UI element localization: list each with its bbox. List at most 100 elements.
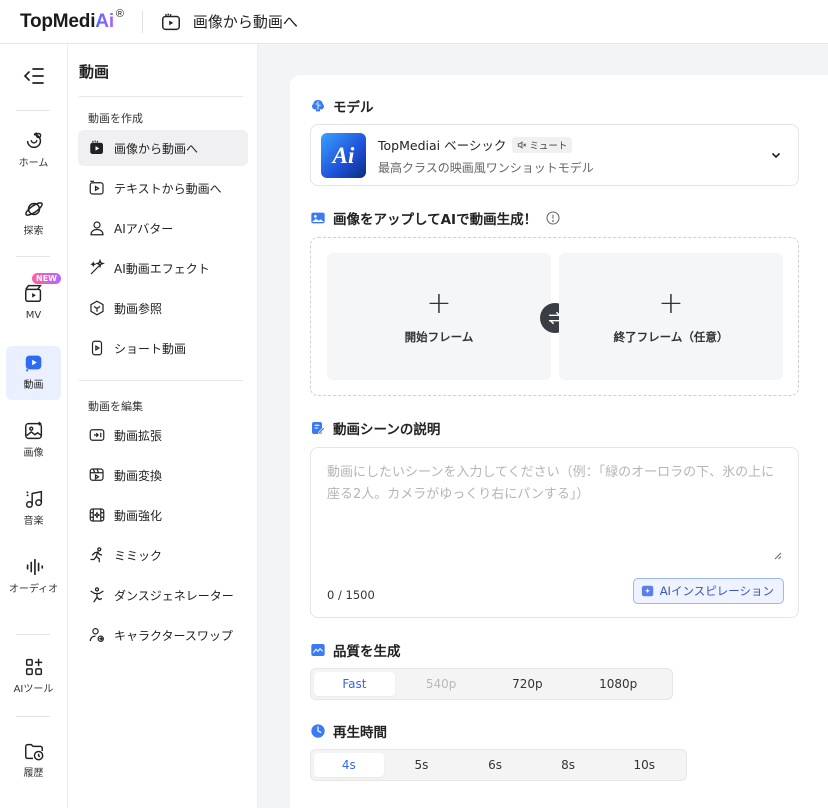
submenu-item-video-convert[interactable]: 動画変換 bbox=[78, 457, 248, 493]
submenu-divider bbox=[79, 96, 243, 97]
rail-item-audio[interactable]: オーディオ bbox=[6, 550, 61, 618]
submenu-item-image-to-video[interactable]: 画像から動画へ bbox=[78, 130, 248, 166]
model-description: 最高クラスの映画風ワンショットモデル bbox=[378, 161, 594, 175]
speaker-muted-icon bbox=[518, 140, 527, 149]
rail-item-mv[interactable]: NEW MV bbox=[6, 273, 61, 330]
group-label-edit: 動画を編集 bbox=[88, 400, 143, 413]
quality-option-1080p[interactable]: 1080p bbox=[567, 672, 669, 696]
tools-icon bbox=[25, 658, 42, 676]
submenu-item-video-enhance[interactable]: 動画強化 bbox=[78, 497, 248, 533]
collapse-sidebar-icon[interactable] bbox=[22, 64, 46, 88]
plus-icon: + bbox=[658, 285, 684, 321]
audio-icon bbox=[26, 558, 43, 576]
new-badge: NEW bbox=[32, 273, 61, 284]
generation-panel: モデル Ai TopMediai ベーシック ミュート 最高クラスの映画風ワンシ… bbox=[290, 75, 828, 808]
end-frame-upload[interactable]: + 終了フレーム（任意） bbox=[559, 253, 783, 380]
cube-icon bbox=[90, 300, 104, 316]
mute-badge: ミュート bbox=[512, 136, 573, 153]
submenu-title: 動画 bbox=[79, 63, 110, 81]
rail-item-ai-tools[interactable]: AIツール bbox=[6, 650, 61, 704]
submenu-item-text-to-video[interactable]: テキストから動画へ bbox=[78, 170, 248, 206]
model-section-title: モデル bbox=[310, 96, 374, 116]
app-logo[interactable]: TopMedi Ai ® bbox=[20, 7, 124, 33]
music-icon bbox=[25, 490, 42, 508]
start-frame-label: 開始フレーム bbox=[404, 329, 474, 344]
page-title: 画像から動画へ bbox=[192, 13, 298, 31]
submenu-item-dance-generator[interactable]: ダンスジェネレーター bbox=[78, 577, 248, 613]
ai-inspiration-button[interactable]: AIインスピレーション bbox=[632, 578, 784, 604]
planet-icon bbox=[24, 202, 43, 216]
start-frame-upload[interactable]: + 開始フレーム bbox=[327, 253, 551, 380]
character-counter: 0 / 1500 bbox=[327, 588, 375, 602]
quality-option-540p[interactable]: 540p bbox=[395, 672, 488, 696]
rail-divider bbox=[16, 256, 50, 257]
extend-icon bbox=[89, 429, 105, 441]
submenu-divider bbox=[79, 380, 243, 381]
history-icon bbox=[24, 743, 43, 761]
submenu-item-ai-avatar[interactable]: AIアバター bbox=[78, 210, 248, 246]
duration-option-6s[interactable]: 6s bbox=[459, 753, 531, 777]
rail-item-history[interactable]: 履歴 bbox=[6, 734, 61, 788]
person-swap-icon bbox=[89, 628, 104, 642]
group-label-create: 動画を作成 bbox=[88, 112, 143, 125]
upload-section-title: 画像をアップしてAIで動画生成！ bbox=[310, 208, 568, 228]
avatar-icon bbox=[90, 221, 104, 236]
quality-option-720p[interactable]: 720p bbox=[488, 672, 568, 696]
scene-description-input[interactable]: 動画にしたいシーンを入力してください（例：「緑のオーロラの下、氷の上に座る2人。… bbox=[310, 447, 799, 618]
duration-option-10s[interactable]: 10s bbox=[605, 753, 683, 777]
icon-rail: ホーム 探索 NEW MV 動画 画像 音楽 オーディオ AIツール 履歴 bbox=[0, 44, 68, 808]
rail-item-image[interactable]: 画像 bbox=[6, 414, 61, 468]
header-divider bbox=[141, 10, 143, 33]
submenu-item-ai-effects[interactable]: AI動画エフェクト bbox=[78, 250, 248, 286]
submenu-item-video-reference[interactable]: 動画参照 bbox=[78, 290, 248, 326]
model-selector[interactable]: Ai TopMediai ベーシック ミュート 最高クラスの映画風ワンショットモ… bbox=[310, 124, 799, 186]
image-video-icon bbox=[90, 140, 103, 154]
running-person-icon bbox=[90, 547, 103, 563]
duration-section-title: 再生時間 bbox=[310, 721, 387, 741]
quality-chart-icon bbox=[311, 644, 325, 656]
rail-item-explore[interactable]: 探索 bbox=[6, 192, 61, 246]
image-upload-area: + 開始フレーム + 終了フレーム（任意） bbox=[310, 237, 799, 396]
end-frame-label: 終了フレーム（任意） bbox=[613, 329, 729, 344]
model-thumbnail: Ai bbox=[321, 133, 366, 178]
rail-item-music[interactable]: 音楽 bbox=[6, 482, 61, 536]
image-to-video-icon bbox=[159, 10, 183, 34]
resize-handle-icon[interactable] bbox=[774, 552, 782, 560]
quality-section-title: 品質を生成 bbox=[310, 640, 401, 660]
text-video-icon bbox=[89, 180, 104, 195]
submenu-item-character-swap[interactable]: キャラクタースワップ bbox=[78, 617, 248, 653]
rail-divider bbox=[16, 110, 50, 111]
duration-option-5s[interactable]: 5s bbox=[384, 753, 460, 777]
info-icon[interactable] bbox=[545, 210, 561, 226]
scene-section-title: 動画シーンの説明 bbox=[310, 418, 440, 438]
logo-text: TopMedi bbox=[20, 10, 96, 32]
clock-icon bbox=[311, 724, 325, 738]
video-submenu: 動画 動画を作成 画像から動画へ テキストから動画へ AIアバター AI動画エフ… bbox=[68, 44, 258, 808]
rail-divider bbox=[16, 634, 50, 635]
magic-wand-icon bbox=[90, 259, 105, 275]
model-name: TopMediai ベーシック bbox=[378, 138, 507, 153]
submenu-item-mimic[interactable]: ミミック bbox=[78, 537, 248, 573]
brain-icon bbox=[312, 100, 324, 112]
image-icon bbox=[24, 421, 42, 440]
plus-icon: + bbox=[426, 285, 452, 321]
rail-item-video[interactable]: 動画 bbox=[6, 346, 61, 400]
quality-option-fast[interactable]: Fast bbox=[314, 672, 395, 696]
home-icon bbox=[26, 132, 41, 149]
submenu-item-video-extend[interactable]: 動画拡張 bbox=[78, 417, 248, 453]
chevron-down-icon[interactable] bbox=[770, 149, 782, 161]
sparkle-image-icon bbox=[641, 585, 653, 597]
edit-note-icon bbox=[312, 422, 326, 434]
dance-icon bbox=[90, 587, 104, 603]
top-header: TopMedi Ai ® 画像から動画へ bbox=[0, 0, 828, 44]
scene-placeholder: 動画にしたいシーンを入力してください（例：「緑のオーロラの下、氷の上に座る2人。… bbox=[327, 465, 775, 502]
registered-mark: ® bbox=[115, 7, 124, 20]
convert-icon bbox=[89, 468, 104, 481]
rail-item-home[interactable]: ホーム bbox=[6, 124, 61, 178]
video-icon bbox=[25, 355, 41, 372]
film-enhance-icon bbox=[89, 508, 105, 522]
logo-ai-text: Ai bbox=[95, 10, 114, 32]
duration-option-8s[interactable]: 8s bbox=[531, 753, 606, 777]
duration-option-4s[interactable]: 4s bbox=[314, 753, 384, 777]
submenu-item-short-video[interactable]: ショート動画 bbox=[78, 330, 248, 366]
